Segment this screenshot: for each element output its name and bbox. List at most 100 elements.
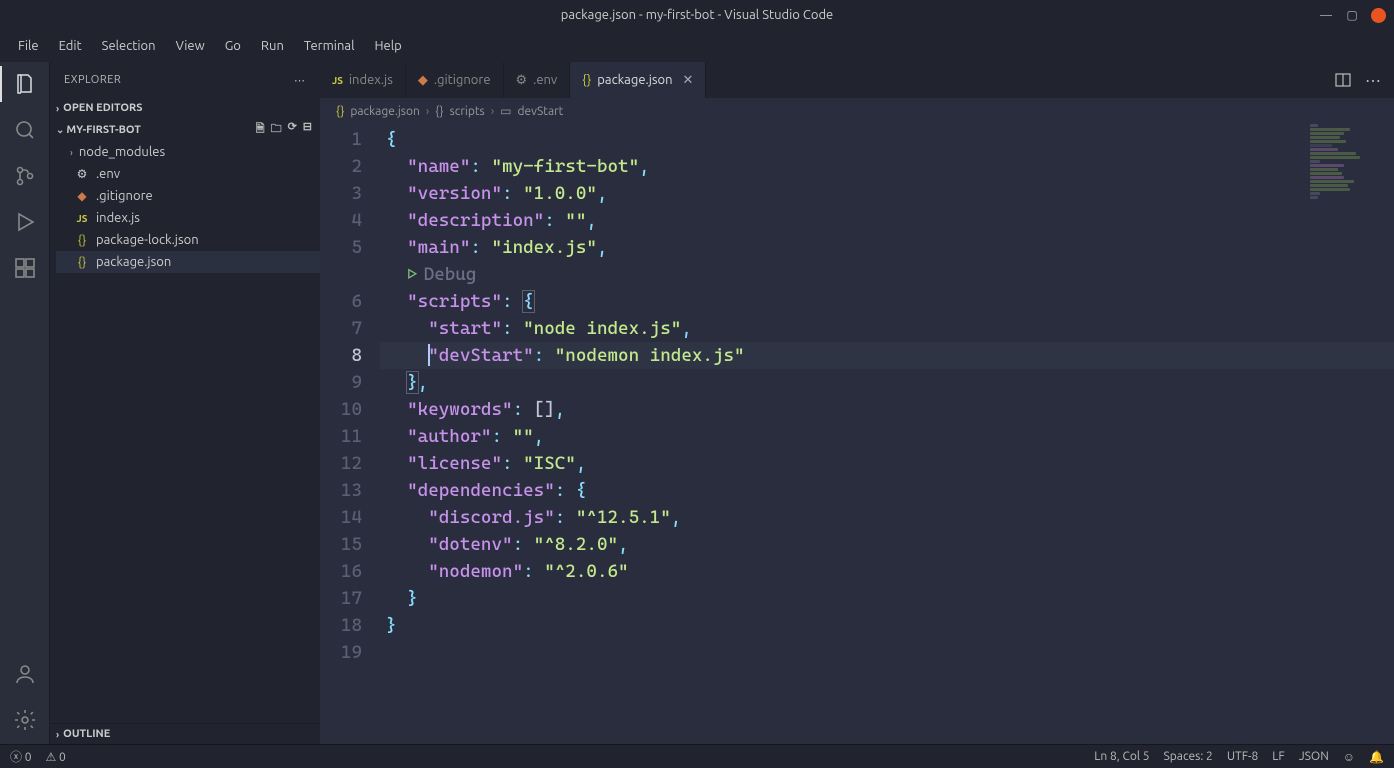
braces-icon: {}	[435, 105, 443, 118]
new-file-icon[interactable]: 🗎	[256, 120, 265, 139]
menu-view[interactable]: View	[168, 35, 213, 57]
feedback-icon[interactable]: ☺	[1343, 750, 1355, 764]
outline-section[interactable]: › OUTLINE	[50, 723, 320, 744]
breadcrumb-file[interactable]: package.json	[350, 105, 419, 118]
code-text: "author"	[407, 426, 491, 447]
code-text: "name"	[407, 156, 470, 177]
editor-body[interactable]: 12345 678910 1112131415 16171819 { "name…	[320, 124, 1394, 744]
problems-warnings[interactable]: ⚠ 0	[46, 750, 66, 764]
tab-env[interactable]: ⚙ .env	[504, 62, 571, 98]
menubar: File Edit Selection View Go Run Terminal…	[0, 30, 1394, 62]
menu-file[interactable]: File	[10, 35, 47, 57]
code-text: "dependencies"	[407, 480, 555, 501]
menu-go[interactable]: Go	[217, 35, 249, 57]
menu-help[interactable]: Help	[366, 35, 409, 57]
tree-item-pkg[interactable]: {} package.json	[56, 251, 320, 273]
account-icon[interactable]	[11, 660, 39, 688]
code-text: }	[386, 615, 397, 636]
code-content[interactable]: { "name": "my-first-bot", "version": "1.…	[380, 124, 1394, 744]
sidebar-title: EXPLORER	[64, 74, 121, 86]
code-text: {	[386, 129, 397, 150]
status-spaces[interactable]: Spaces: 2	[1164, 750, 1213, 763]
menu-edit[interactable]: Edit	[51, 35, 90, 57]
collapse-icon[interactable]: ⊟	[303, 120, 312, 139]
new-folder-icon[interactable]: 🗀	[271, 120, 282, 139]
project-folder-header[interactable]: ⌄ MY-FIRST-BOT 🗎 🗀 ⟳ ⊟	[50, 118, 320, 141]
minimize-button[interactable]: —	[1319, 8, 1333, 22]
code-text: "1.0.0"	[523, 183, 597, 204]
close-icon[interactable]: ✕	[683, 73, 694, 88]
line-gutter: 12345 678910 1112131415 16171819	[320, 124, 380, 744]
source-control-icon[interactable]	[11, 162, 39, 190]
json-icon: {}	[336, 105, 344, 118]
code-text: "devStart"	[428, 345, 533, 366]
tab-indexjs[interactable]: JS index.js	[320, 62, 406, 98]
js-icon: JS	[332, 75, 343, 86]
tree-item-gitignore[interactable]: ◆ .gitignore	[56, 185, 320, 207]
tree-item-indexjs[interactable]: JS index.js	[56, 207, 320, 229]
problems-errors[interactable]: ⓧ 0	[10, 748, 32, 765]
file-label: index.js	[96, 211, 140, 225]
menu-selection[interactable]: Selection	[94, 35, 164, 57]
symbol-icon: ▭	[500, 104, 511, 118]
code-text: "start"	[428, 318, 502, 339]
folder-actions: 🗎 🗀 ⟳ ⊟	[256, 120, 312, 139]
open-editors-label: OPEN EDITORS	[63, 102, 142, 114]
code-text: []	[534, 399, 555, 420]
file-label: node_modules	[79, 145, 165, 159]
code-text: "nodemon"	[428, 561, 523, 582]
code-text: "dotenv"	[428, 534, 512, 555]
debug-run-icon[interactable]: ▷	[407, 264, 418, 285]
file-label: package.json	[96, 255, 171, 269]
file-label: package-lock.json	[96, 233, 199, 247]
menu-terminal[interactable]: Terminal	[296, 35, 363, 57]
breadcrumb-devstart[interactable]: devStart	[517, 105, 563, 118]
tab-package-json[interactable]: {} package.json ✕	[570, 62, 706, 98]
breadcrumb-scripts[interactable]: scripts	[450, 105, 485, 118]
status-encoding[interactable]: UTF-8	[1227, 750, 1258, 763]
tree-item-env[interactable]: ⚙ .env	[56, 163, 320, 185]
project-name: MY-FIRST-BOT	[66, 124, 141, 136]
code-text: "scripts"	[407, 291, 502, 312]
status-lncol[interactable]: Ln 8, Col 5	[1094, 750, 1149, 763]
maximize-button[interactable]: ▢	[1345, 8, 1359, 22]
statusbar: ⓧ 0 ⚠ 0 Ln 8, Col 5 Spaces: 2 UTF-8 LF J…	[0, 744, 1394, 768]
tabbar: JS index.js ◆ .gitignore ⚙ .env {} packa…	[320, 62, 1394, 98]
run-debug-icon[interactable]	[11, 208, 39, 236]
tab-gitignore[interactable]: ◆ .gitignore	[406, 62, 504, 98]
debug-label[interactable]: Debug	[424, 264, 477, 285]
tree-item-pkglock[interactable]: {} package-lock.json	[56, 229, 320, 251]
sidebar-more-icon[interactable]: ⋯	[294, 74, 306, 87]
tree-item-node-modules[interactable]: › node_modules	[56, 141, 320, 163]
warning-count: 0	[59, 751, 66, 764]
chevron-down-icon: ⌄	[56, 124, 64, 136]
notifications-icon[interactable]: 🔔	[1369, 750, 1384, 764]
chevron-right-icon: ›	[70, 147, 73, 158]
json-icon: {}	[582, 73, 591, 87]
code-text: "my-first-bot"	[491, 156, 639, 177]
json-icon: {}	[74, 256, 90, 269]
split-editor-icon[interactable]	[1335, 72, 1351, 88]
extensions-icon[interactable]	[11, 254, 39, 282]
settings-icon[interactable]	[11, 706, 39, 734]
file-tree: › node_modules ⚙ .env ◆ .gitignore JS in…	[50, 141, 320, 273]
more-icon[interactable]: ⋯	[1365, 71, 1382, 90]
close-button[interactable]	[1371, 8, 1386, 23]
explorer-icon[interactable]	[11, 70, 39, 98]
window-title: package.json - my-first-bot - Visual Stu…	[561, 8, 833, 22]
status-language[interactable]: JSON	[1299, 750, 1329, 763]
search-icon[interactable]	[11, 116, 39, 144]
chevron-right-icon: ›	[426, 105, 429, 118]
tab-label: package.json	[597, 73, 672, 87]
dot-icon: ◆	[418, 73, 428, 88]
editor-area: JS index.js ◆ .gitignore ⚙ .env {} packa…	[320, 62, 1394, 744]
menu-run[interactable]: Run	[253, 35, 292, 57]
chevron-right-icon: ›	[56, 103, 59, 114]
open-editors-section[interactable]: › OPEN EDITORS	[50, 98, 320, 118]
status-eol[interactable]: LF	[1272, 750, 1284, 763]
dot-icon: ◆	[74, 189, 90, 203]
breadcrumbs[interactable]: {} package.json › {} scripts › ▭ devStar…	[320, 98, 1394, 124]
refresh-icon[interactable]: ⟳	[288, 120, 297, 139]
tab-label: .env	[533, 73, 557, 87]
outline-label: OUTLINE	[63, 728, 110, 740]
